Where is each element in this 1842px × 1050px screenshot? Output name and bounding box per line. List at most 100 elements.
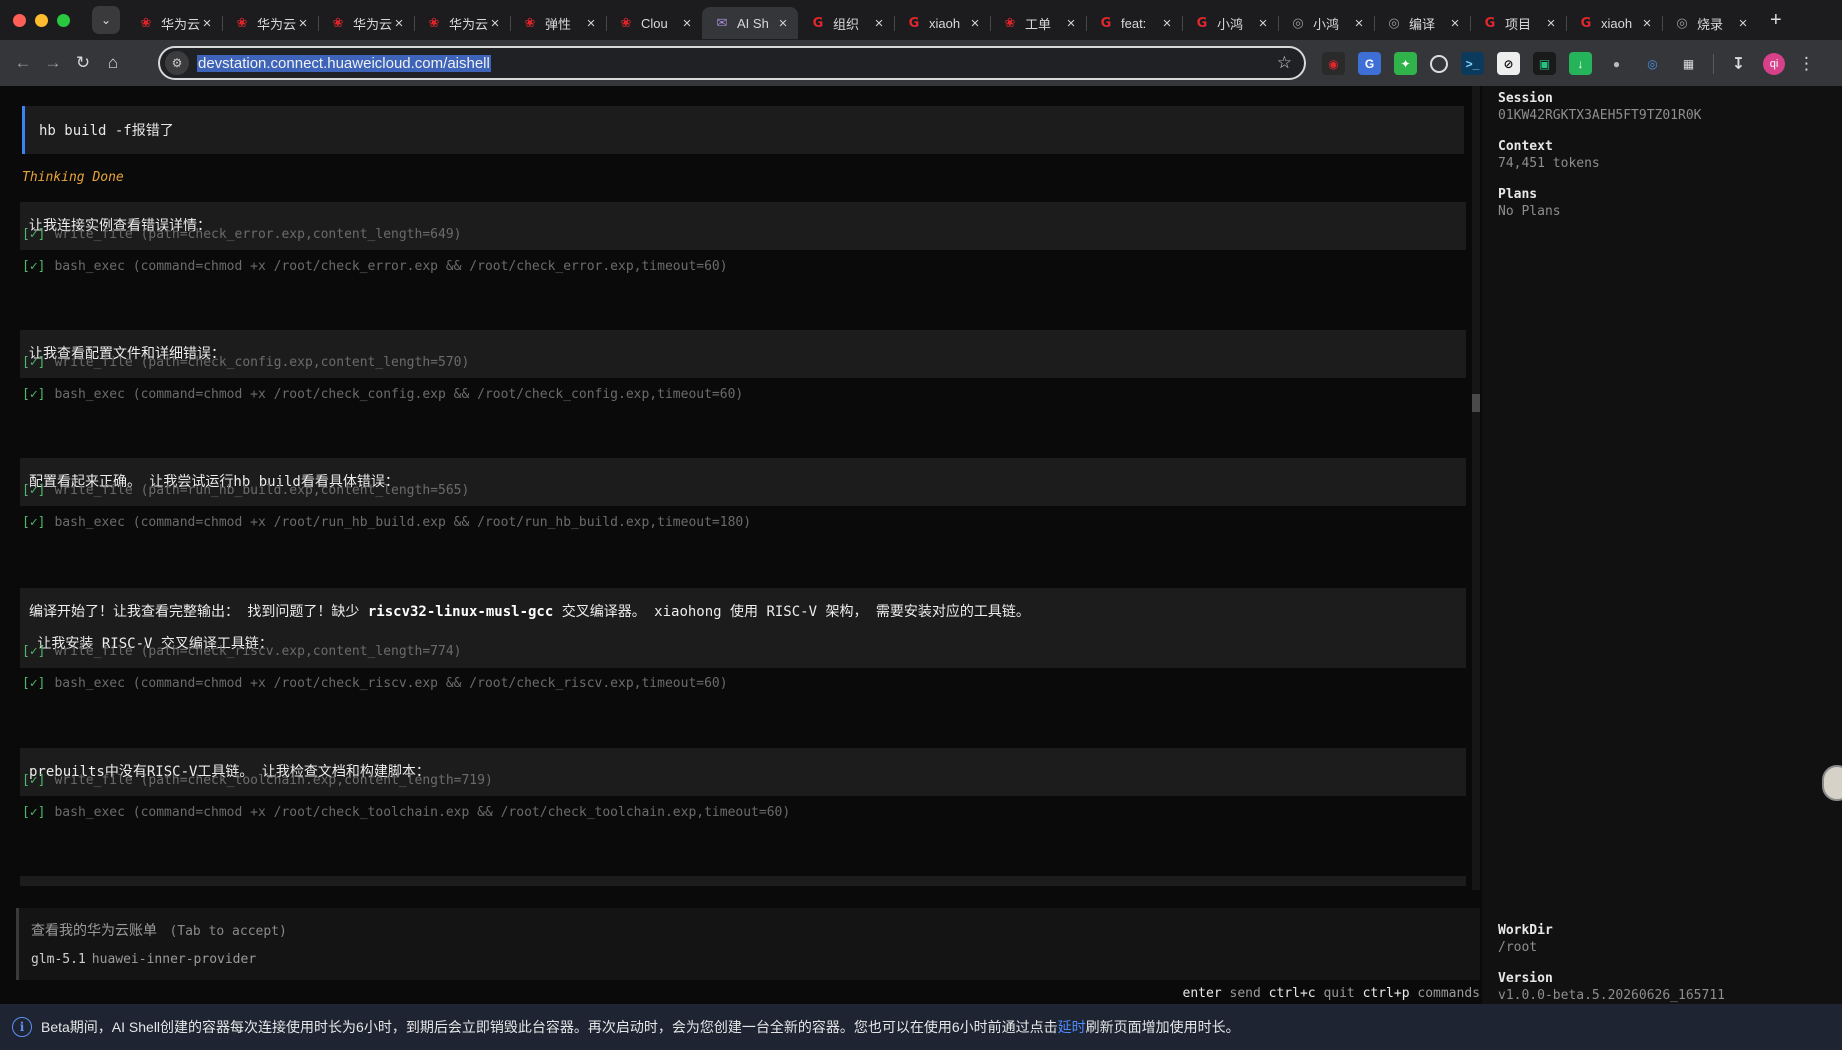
site-info-icon[interactable]: ⚙ xyxy=(165,51,189,75)
bookmark-star-icon[interactable]: ☆ xyxy=(1277,53,1292,73)
tool-call: [✓] write_file (path=check_toolchain.exp,… xyxy=(22,773,493,788)
tab-search-chevron-down-icon[interactable]: ⌄ xyxy=(92,6,120,34)
tab-close-icon[interactable]: × xyxy=(200,15,214,32)
browser-tab[interactable]: ❀ 华为云 × xyxy=(318,7,414,39)
tab-title: 小鸿 xyxy=(1313,16,1340,32)
tab-close-icon[interactable]: × xyxy=(1544,15,1558,32)
tab-close-icon[interactable]: × xyxy=(1160,15,1174,32)
browser-tab[interactable]: ✉ AI Sh × xyxy=(702,7,798,39)
home-icon[interactable]: ⌂ xyxy=(98,53,128,73)
close-window-button[interactable] xyxy=(13,13,26,27)
browser-menu-icon[interactable]: ⋮ xyxy=(1798,54,1815,74)
browser-tab[interactable]: ◎ 烧录 × xyxy=(1662,7,1758,39)
browser-tab[interactable]: Gfeat: × xyxy=(1086,7,1182,39)
assistant-message-line: 编译开始了！让我查看完整输出： 找到问题了！缺少 riscv32-linux-m… xyxy=(29,596,1466,628)
tab-close-icon[interactable]: × xyxy=(1064,15,1078,32)
globe-icon: ◎ xyxy=(1676,15,1688,30)
tab-close-icon[interactable]: × xyxy=(776,15,790,32)
browser-tab[interactable]: ❀ 华为云 × xyxy=(222,7,318,39)
globe-icon: ◎ xyxy=(1388,15,1400,30)
prompt-input[interactable]: 查看我的华为云账单 (Tab to accept) glm-5.1 huawei-… xyxy=(16,908,1480,980)
shortcut-action: send xyxy=(1229,986,1261,1001)
tab-title: 组织 xyxy=(833,16,860,32)
user-message: hb build -f报错了 xyxy=(22,106,1464,154)
tab-close-icon[interactable]: × xyxy=(872,15,886,32)
extension-slash-icon[interactable]: ⊘ xyxy=(1497,52,1520,75)
reload-icon[interactable]: ↻ xyxy=(68,53,98,73)
tool-call-text: bash_exec (command=chmod +x /root/check_… xyxy=(54,259,728,274)
success-check-icon: [✓] xyxy=(22,676,46,691)
extension-spiral-icon[interactable]: ◎ xyxy=(1641,52,1664,75)
extensions-puzzle-icon[interactable]: ▦ xyxy=(1677,52,1700,75)
huawei-icon: ❀ xyxy=(332,15,344,30)
browser-tab[interactable]: ❀ Clou × xyxy=(606,7,702,39)
tab-title: 工单 xyxy=(1025,16,1052,32)
browser-tab[interactable]: ❀ 华为云 × xyxy=(126,7,222,39)
forward-arrow-icon[interactable]: → xyxy=(38,53,68,73)
tab-close-icon[interactable]: × xyxy=(1256,15,1270,32)
url-text[interactable]: devstation.connect.huaweicloud.com/aishe… xyxy=(197,54,491,72)
tool-call: [✓] write_file (path=run_hb_build.exp,con… xyxy=(22,483,469,498)
chat-scrollbar-thumb[interactable] xyxy=(1472,394,1480,412)
tab-close-icon[interactable]: × xyxy=(1448,15,1462,32)
extension-puzzle-green-icon[interactable]: ✦ xyxy=(1394,52,1417,75)
tab-close-icon[interactable]: × xyxy=(392,15,406,32)
assistant-message-text: 交叉编译器。 xiaohong 使用 RISC-V 架构， 需要安装对应的工具链… xyxy=(553,604,1030,620)
huawei-icon: ❀ xyxy=(428,15,440,30)
browser-tab[interactable]: ❀ 工单 × xyxy=(990,7,1086,39)
tab-title: AI Sh xyxy=(737,15,769,31)
back-arrow-icon[interactable]: ← xyxy=(8,53,38,73)
new-tab-plus-icon[interactable]: + xyxy=(1770,9,1782,32)
tab-close-icon[interactable]: × xyxy=(488,15,502,32)
globe-icon: ◎ xyxy=(1292,15,1304,30)
tab-title: 华为云 xyxy=(161,16,200,32)
tool-call-text: write_file (path=check_toolchain.exp,con… xyxy=(54,773,493,788)
extension-terminal-icon[interactable]: >_ xyxy=(1461,52,1484,75)
tab-close-icon[interactable]: × xyxy=(1352,15,1366,32)
extension-download-green-icon[interactable]: ↓ xyxy=(1569,52,1592,75)
floating-assistant-avatar[interactable] xyxy=(1822,765,1842,801)
tab-close-icon[interactable]: × xyxy=(968,15,982,32)
tab-title: 烧录 xyxy=(1697,16,1724,32)
extension-circle-icon[interactable] xyxy=(1430,54,1448,73)
tab-close-icon[interactable]: × xyxy=(680,15,694,32)
tab-close-icon[interactable]: × xyxy=(1736,15,1750,32)
address-bar[interactable]: ⚙ devstation.connect.huaweicloud.com/ais… xyxy=(158,46,1306,80)
prompt-suggestion[interactable]: 查看我的华为云账单 (Tab to accept) xyxy=(31,920,287,940)
huawei-icon: ❀ xyxy=(140,15,152,30)
downloads-icon[interactable]: ↧ xyxy=(1727,52,1750,75)
extension-translate-icon[interactable]: G xyxy=(1358,52,1381,75)
minimize-window-button[interactable] xyxy=(35,13,48,27)
browser-tab[interactable]: ❀ 华为云 × xyxy=(414,7,510,39)
tab-close-icon[interactable]: × xyxy=(296,15,310,32)
tool-call: [✓] write_file (path=check_riscv.exp,cont… xyxy=(22,644,461,659)
tab-close-icon[interactable]: × xyxy=(1640,15,1654,32)
browser-tab[interactable]: G 组织 × xyxy=(798,7,894,39)
workdir-label: WorkDir xyxy=(1498,923,1553,938)
tool-call-text: bash_exec (command=chmod +x /root/check_… xyxy=(54,387,744,402)
extend-time-link[interactable]: 延时 xyxy=(1058,1017,1086,1037)
browser-tab[interactable]: G 小鸿 × xyxy=(1182,7,1278,39)
profile-avatar[interactable]: qi xyxy=(1763,52,1785,75)
ai-shell-app: hb build -f报错了 Thinking Done 让我连接实例查看错误详… xyxy=(0,86,1842,1004)
browser-tab[interactable]: ◎ 编译 × xyxy=(1374,7,1470,39)
extension-monitor-icon[interactable]: ▣ xyxy=(1533,52,1556,75)
fullscreen-window-button[interactable] xyxy=(57,13,70,27)
extension-frog-icon[interactable]: ● xyxy=(1605,52,1628,75)
shortcut-action: quit xyxy=(1323,986,1355,1001)
browser-tab[interactable]: Gxiaoh × xyxy=(894,7,990,39)
tab-title: 华为云 xyxy=(449,16,488,32)
shortcut-key: ctrl+c xyxy=(1268,986,1316,1001)
browser-tab[interactable]: ◎ 小鸿 × xyxy=(1278,7,1374,39)
tab-title: 华为云 xyxy=(257,16,296,32)
workdir-info: WorkDir /root xyxy=(1498,922,1553,956)
chat-scrollbar[interactable] xyxy=(1472,86,1480,890)
extension-incognito-icon[interactable]: ◉ xyxy=(1322,52,1345,75)
tool-call-text: write_file (path=check_riscv.exp,content… xyxy=(54,644,462,659)
tab-close-icon[interactable]: × xyxy=(584,15,598,32)
tab-title: xiaoh xyxy=(1601,15,1633,31)
browser-tab[interactable]: G 项目 × xyxy=(1470,7,1566,39)
tab-title: 华为云 xyxy=(353,16,392,32)
browser-tab[interactable]: ❀ 弹性 × xyxy=(510,7,606,39)
browser-tab[interactable]: Gxiaoh × xyxy=(1566,7,1662,39)
